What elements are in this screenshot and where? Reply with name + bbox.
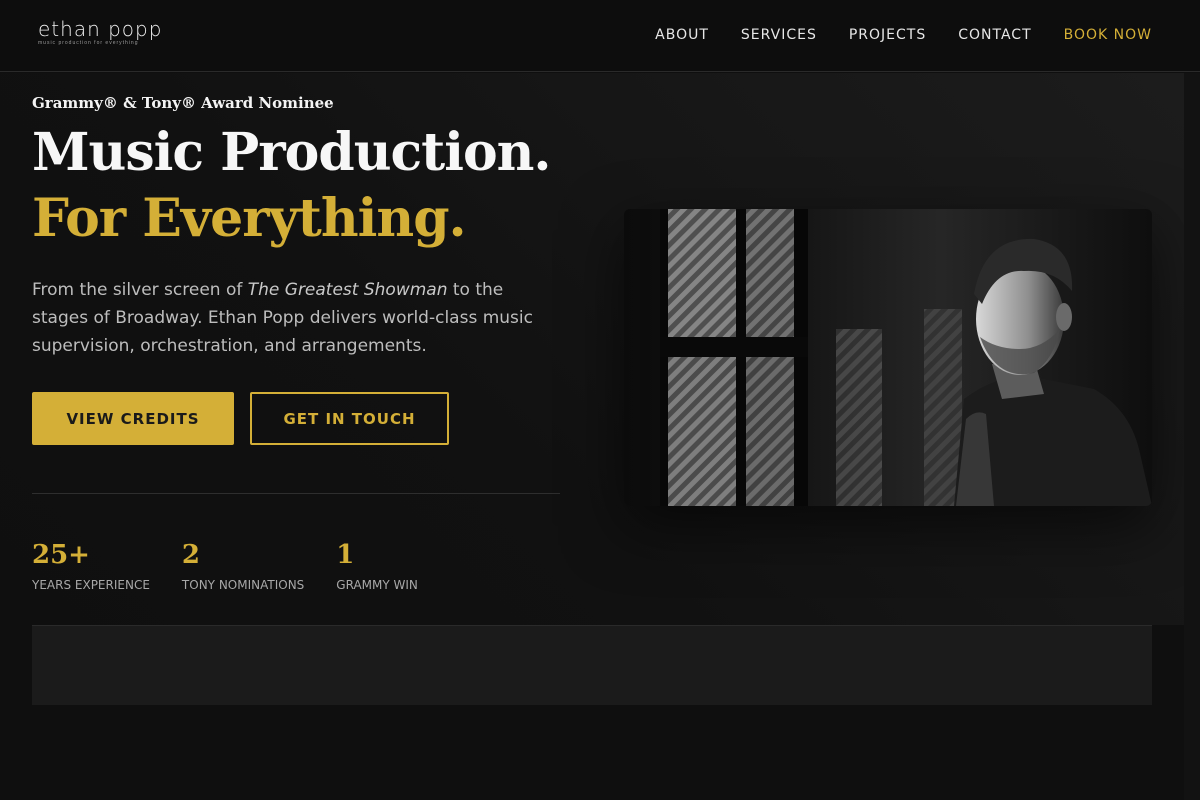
nav-projects[interactable]: PROJECTS — [849, 27, 926, 43]
stat-grammy: 1 GRAMMY WIN — [336, 540, 418, 592]
portrait-photo — [624, 209, 1152, 506]
stat-label: GRAMMY WIN — [336, 578, 418, 592]
stat-value: 2 — [181, 540, 201, 570]
nav-book-now[interactable]: BOOK NOW — [1064, 27, 1152, 43]
hero-divider — [32, 493, 560, 494]
view-credits-button[interactable]: VIEW CREDITS — [32, 392, 234, 445]
portrait-image — [624, 209, 1152, 506]
stat-years: 25+ YEARS EXPERIENCE — [32, 540, 150, 592]
site-header: ethan popp music production for everythi… — [0, 0, 1200, 72]
stat-label: YEARS EXPERIENCE — [32, 578, 150, 592]
brand-logo[interactable]: ethan popp music production for everythi… — [38, 16, 188, 52]
nav-about[interactable]: ABOUT — [655, 27, 709, 43]
stat-value: 25+ — [32, 540, 90, 570]
intro-text-start: From the silver screen of — [32, 280, 248, 300]
nav-contact[interactable]: CONTACT — [958, 27, 1031, 43]
lower-content-panel — [32, 625, 1152, 705]
page-scrollbar[interactable] — [1184, 73, 1200, 800]
intro-film-title: The Greatest Showman — [247, 280, 448, 300]
brand-name: ethan popp — [38, 17, 163, 41]
headline-line-2: For Everything. — [32, 188, 467, 249]
award-line: Grammy® & Tony® Award Nominee — [32, 94, 334, 112]
hero-headline: Music Production. For Everything. — [32, 120, 552, 252]
headline-line-1: Music Production. — [32, 122, 552, 183]
main-nav: ABOUT SERVICES PROJECTS CONTACT BOOK NOW — [623, 24, 1152, 46]
page: ethan popp music production for everythi… — [0, 0, 1200, 800]
hero-intro: From the silver screen of The Greatest S… — [32, 276, 552, 360]
stat-tony: 2 TONY NOMINATIONS — [182, 540, 304, 592]
brand-tagline: music production for everything — [38, 40, 139, 46]
stats-row: 25+ YEARS EXPERIENCE 2 TONY NOMINATIONS … — [32, 540, 450, 592]
stat-label: TONY NOMINATIONS — [181, 578, 305, 592]
nav-services[interactable]: SERVICES — [741, 27, 817, 43]
stat-value: 1 — [336, 540, 355, 570]
get-in-touch-button[interactable]: GET IN TOUCH — [250, 392, 449, 445]
